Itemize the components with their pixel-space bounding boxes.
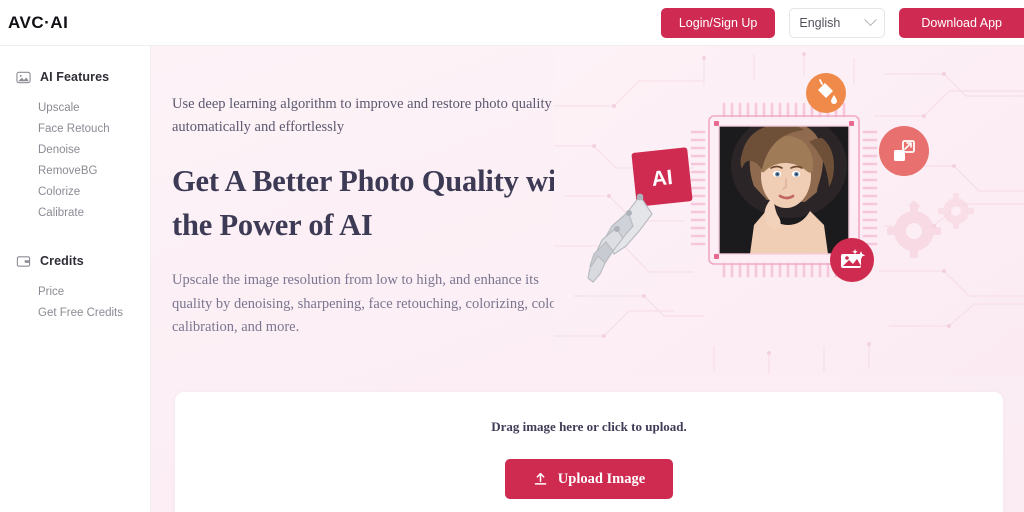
sidebar-item-price[interactable]: Price: [0, 282, 150, 303]
upload-image-button[interactable]: Upload Image: [504, 459, 674, 499]
upload-dropzone[interactable]: Drag image here or click to upload. Uplo…: [175, 392, 1003, 512]
image-icon: [16, 70, 31, 85]
hero-subcopy: Upscale the image resolution from low to…: [172, 272, 562, 335]
sidebar-group-ai-features: AI Features: [0, 66, 150, 88]
resize-badge: [879, 126, 929, 176]
top-header: AVC·AI Login/Sign Up English Download Ap…: [0, 0, 1024, 46]
sidebar: AI Features Upscale Face Retouch Denoise…: [0, 46, 151, 512]
dropzone-hint: Drag image here or click to upload.: [491, 419, 687, 434]
upload-image-button-label: Upload Image: [557, 470, 646, 487]
hero-copy: Use deep learning algorithm to improve a…: [172, 93, 602, 340]
language-selector[interactable]: English: [789, 7, 886, 38]
sidebar-item-removebg[interactable]: RemoveBG: [0, 161, 150, 182]
hero-eyebrow: Use deep learning algorithm to improve a…: [172, 96, 552, 135]
sidebar-divider-space: [0, 224, 150, 250]
paint-bucket-badge: [806, 73, 846, 113]
sidebar-item-upscale[interactable]: Upscale: [0, 98, 150, 119]
login-signup-button[interactable]: Login/Sign Up: [660, 7, 776, 38]
upload-icon: [533, 472, 548, 487]
photo-enhance-badge: [830, 238, 874, 282]
header-actions: Login/Sign Up English Download App: [660, 7, 1024, 38]
brand-logo[interactable]: AVC·AI: [8, 13, 68, 33]
hero-headline: Get A Better Photo Quality with the Powe…: [172, 164, 583, 242]
hero-illustration: AI: [554, 46, 1024, 376]
sidebar-item-calibrate[interactable]: Calibrate: [0, 203, 150, 224]
sidebar-item-get-free-credits[interactable]: Get Free Credits: [0, 303, 150, 324]
sidebar-group-title: AI Features: [40, 70, 110, 84]
sidebar-group-title: Credits: [40, 254, 84, 268]
language-selector-value: English: [799, 15, 841, 30]
chevron-down-icon: [864, 13, 878, 27]
download-app-button[interactable]: Download App: [899, 7, 1024, 38]
ai-card-label: AI: [651, 166, 674, 191]
sidebar-item-face-retouch[interactable]: Face Retouch: [0, 119, 150, 140]
sidebar-group-credits: Credits: [0, 250, 150, 272]
upload-button-wrap: Upload Image: [175, 459, 1003, 499]
wallet-icon: [16, 254, 31, 269]
sidebar-item-denoise[interactable]: Denoise: [0, 140, 150, 161]
page-root: AVC·AI Login/Sign Up English Download Ap…: [0, 0, 1024, 512]
sidebar-item-colorize[interactable]: Colorize: [0, 182, 150, 203]
